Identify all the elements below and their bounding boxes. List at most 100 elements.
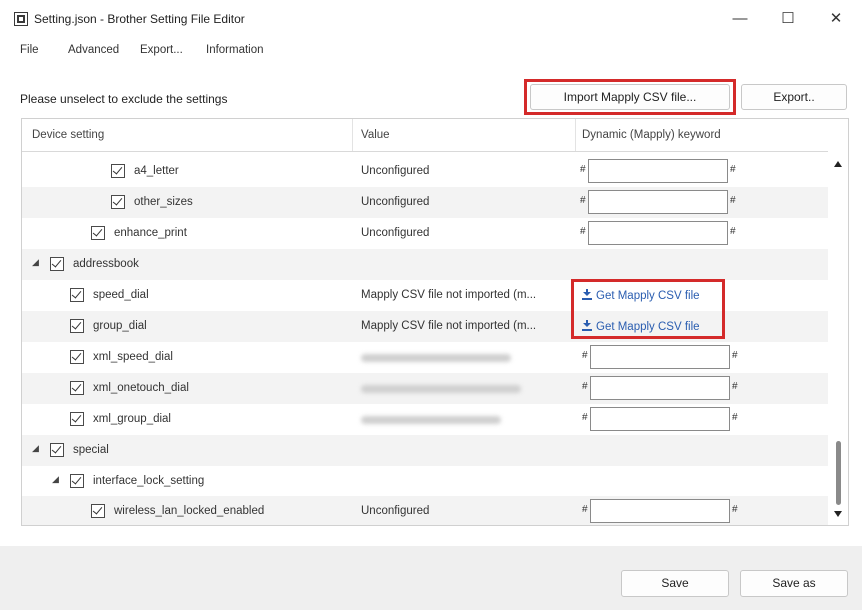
- expand-arrow-icon[interactable]: ◢: [32, 257, 39, 268]
- checkbox[interactable]: [50, 257, 64, 271]
- hash-suffix: #: [732, 381, 738, 392]
- menu-information[interactable]: Information: [206, 44, 264, 56]
- get-mapply-csv-label: Get Mapply CSV file: [596, 321, 700, 333]
- table-row-group[interactable]: ◢ interface_lock_setting: [22, 466, 828, 497]
- setting-value: Unconfigured: [361, 227, 430, 239]
- setting-name: speed_dial: [93, 289, 149, 301]
- keyword-input[interactable]: [588, 159, 728, 183]
- setting-value: Unconfigured: [361, 505, 430, 517]
- menu-file[interactable]: File: [20, 44, 39, 56]
- save-button[interactable]: Save: [621, 570, 729, 597]
- table-row[interactable]: wireless_lan_locked_enabled Unconfigured…: [22, 496, 828, 525]
- hash-prefix: #: [582, 412, 588, 423]
- hash-prefix: #: [580, 226, 586, 237]
- hash-suffix: #: [730, 195, 736, 206]
- setting-name: enhance_print: [114, 227, 187, 239]
- window-title: Setting.json - Brother Setting File Edit…: [34, 12, 245, 26]
- blurred-value: [361, 354, 511, 362]
- scroll-down-arrow-icon[interactable]: [834, 511, 842, 517]
- column-divider: [352, 119, 353, 151]
- checkbox[interactable]: [111, 164, 125, 178]
- settings-grid: Device setting Value Dynamic (Mapply) ke…: [21, 118, 849, 526]
- hash-suffix: #: [730, 164, 736, 175]
- keyword-input[interactable]: [590, 345, 730, 369]
- expand-arrow-icon[interactable]: ◢: [52, 474, 59, 485]
- keyword-input[interactable]: [590, 499, 730, 523]
- checkbox[interactable]: [70, 288, 84, 302]
- checkbox[interactable]: [50, 443, 64, 457]
- hash-prefix: #: [582, 504, 588, 515]
- checkbox[interactable]: [111, 195, 125, 209]
- setting-name: xml_onetouch_dial: [93, 382, 189, 394]
- table-row[interactable]: xml_onetouch_dial # #: [22, 373, 828, 404]
- table-row[interactable]: xml_speed_dial # #: [22, 342, 828, 373]
- setting-name: interface_lock_setting: [93, 475, 205, 487]
- keyword-input[interactable]: [588, 190, 728, 214]
- hash-prefix: #: [580, 164, 586, 175]
- minimize-button[interactable]: —: [718, 6, 762, 32]
- get-mapply-csv-link[interactable]: Get Mapply CSV file: [582, 320, 700, 333]
- app-icon: [14, 12, 28, 26]
- checkbox[interactable]: [70, 350, 84, 364]
- keyword-input[interactable]: [588, 221, 728, 245]
- title-bar: Setting.json - Brother Setting File Edit…: [0, 0, 862, 40]
- maximize-button[interactable]: ☐: [766, 6, 810, 32]
- scroll-up-arrow-icon[interactable]: [834, 161, 842, 167]
- setting-name: other_sizes: [134, 196, 193, 208]
- menu-bar: File Advanced Export... Information: [0, 40, 862, 64]
- column-header-value[interactable]: Value: [361, 129, 390, 141]
- setting-name: group_dial: [93, 320, 147, 332]
- table-row[interactable]: group_dial Mapply CSV file not imported …: [22, 311, 828, 342]
- setting-value: Unconfigured: [361, 196, 430, 208]
- download-icon: [582, 320, 592, 331]
- setting-name: xml_speed_dial: [93, 351, 173, 363]
- expand-arrow-icon[interactable]: ◢: [32, 443, 39, 454]
- setting-name: special: [73, 444, 109, 456]
- keyword-input[interactable]: [590, 376, 730, 400]
- download-icon: [582, 289, 592, 300]
- checkbox[interactable]: [70, 474, 84, 488]
- scrollbar-thumb[interactable]: [836, 441, 841, 505]
- keyword-input[interactable]: [590, 407, 730, 431]
- hash-suffix: #: [730, 226, 736, 237]
- export-button[interactable]: Export..: [741, 84, 847, 110]
- setting-name: xml_group_dial: [93, 413, 171, 425]
- checkbox[interactable]: [91, 226, 105, 240]
- column-header-keyword[interactable]: Dynamic (Mapply) keyword: [582, 129, 721, 141]
- setting-value: Unconfigured: [361, 165, 430, 177]
- table-row[interactable]: other_sizes Unconfigured # #: [22, 187, 828, 218]
- instruction-text: Please unselect to exclude the settings: [20, 92, 228, 106]
- table-row[interactable]: enhance_print Unconfigured # #: [22, 218, 828, 249]
- checkbox[interactable]: [70, 412, 84, 426]
- column-divider: [575, 119, 576, 151]
- table-row[interactable]: speed_dial Mapply CSV file not imported …: [22, 280, 828, 311]
- hash-prefix: #: [582, 381, 588, 392]
- setting-value: Mapply CSV file not imported (m...: [361, 320, 537, 332]
- table-row-group[interactable]: ◢ addressbook: [22, 249, 828, 280]
- save-as-button[interactable]: Save as: [740, 570, 848, 597]
- column-header-device-setting[interactable]: Device setting: [32, 129, 104, 141]
- table-row[interactable]: a4_letter Unconfigured # #: [22, 156, 828, 187]
- close-button[interactable]: ✕: [814, 6, 858, 32]
- blurred-value: [361, 416, 501, 424]
- setting-name: wireless_lan_locked_enabled: [114, 505, 265, 517]
- setting-value: Mapply CSV file not imported (m...: [361, 289, 537, 301]
- hash-suffix: #: [732, 412, 738, 423]
- get-mapply-csv-label: Get Mapply CSV file: [596, 290, 700, 302]
- menu-advanced[interactable]: Advanced: [68, 44, 119, 56]
- hash-suffix: #: [732, 350, 738, 361]
- checkbox[interactable]: [91, 504, 105, 518]
- table-row-group[interactable]: ◢ special: [22, 435, 828, 466]
- vertical-scrollbar[interactable]: [828, 151, 848, 525]
- setting-name: addressbook: [73, 258, 139, 270]
- get-mapply-csv-link[interactable]: Get Mapply CSV file: [582, 289, 700, 302]
- grid-header: Device setting Value Dynamic (Mapply) ke…: [22, 119, 848, 152]
- import-mapply-csv-button[interactable]: Import Mapply CSV file...: [530, 84, 730, 110]
- checkbox[interactable]: [70, 319, 84, 333]
- menu-export[interactable]: Export...: [140, 44, 183, 56]
- setting-name: a4_letter: [134, 165, 179, 177]
- hash-suffix: #: [732, 504, 738, 515]
- hash-prefix: #: [582, 350, 588, 361]
- checkbox[interactable]: [70, 381, 84, 395]
- table-row[interactable]: xml_group_dial # #: [22, 404, 828, 435]
